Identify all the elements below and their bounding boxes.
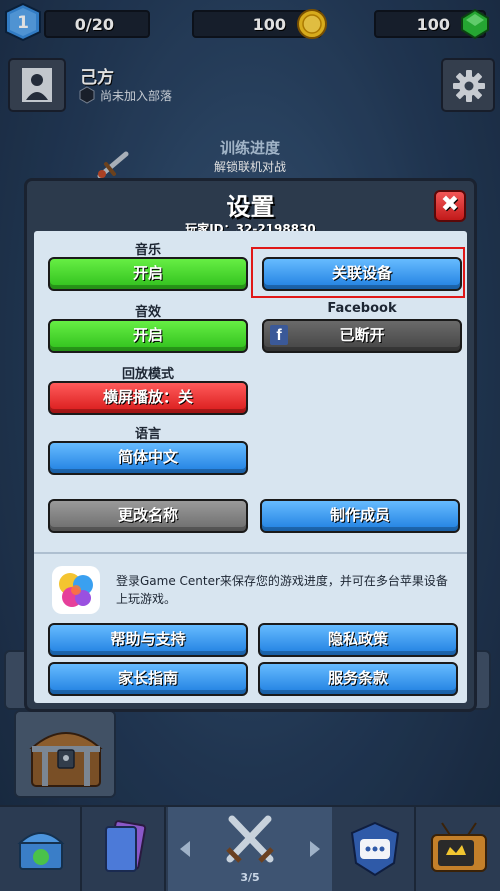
settings-header: 设置 玩家ID：32-2198830 ✖ <box>27 181 474 236</box>
crossed-swords-icon <box>226 815 274 863</box>
cards-icon <box>105 820 147 872</box>
nav-cards-tab[interactable] <box>84 807 166 891</box>
facebook-icon: f <box>270 325 288 345</box>
sound-label: 音效 <box>134 305 161 320</box>
facebook-label: Facebook <box>327 301 397 316</box>
link-device-highlight <box>251 247 465 298</box>
game-center-icon[interactable] <box>52 566 100 614</box>
replay-mode-button[interactable]: 横屏播放：关 <box>48 381 248 415</box>
privacy-policy-button[interactable]: 隐私政策 <box>258 623 458 657</box>
close-button[interactable]: ✖ <box>434 190 466 222</box>
help-support-button[interactable]: 帮助与支持 <box>48 623 248 657</box>
parents-guide-button[interactable]: 家长指南 <box>48 662 248 696</box>
rename-button[interactable]: 更改名称 <box>48 499 248 533</box>
page-indicator: 3/5 <box>240 871 260 884</box>
sound-toggle-button[interactable]: 开启 <box>48 319 248 353</box>
nav-tv-tab[interactable] <box>418 807 500 891</box>
facebook-status: 已断开 <box>339 326 385 344</box>
nav-clan-tab[interactable] <box>334 807 416 891</box>
game-center-bubbles-icon <box>59 573 93 607</box>
facebook-button[interactable]: f 已断开 <box>262 319 462 353</box>
replay-mode-label: 回放模式 <box>121 367 174 382</box>
game-center-text: 登录Game Center来保存您的游戏进度，并可在多台苹果设备上玩游戏。 <box>116 574 448 606</box>
close-icon: ✖ <box>440 192 460 217</box>
terms-of-service-button[interactable]: 服务条款 <box>258 662 458 696</box>
shop-chest-icon <box>17 832 65 870</box>
music-toggle-button[interactable]: 开启 <box>48 257 248 291</box>
credits-button[interactable]: 制作成员 <box>260 499 460 533</box>
clan-chat-icon <box>350 821 400 877</box>
tv-royale-icon <box>431 822 487 872</box>
language-button[interactable]: 简体中文 <box>48 441 248 475</box>
divider <box>34 552 467 554</box>
chevron-right-icon[interactable] <box>308 839 322 859</box>
settings-panel: 音乐 开启 关联设备 音效 开启 Facebook f 已断开 回放模式 横屏播… <box>34 231 467 703</box>
language-label: 语言 <box>134 427 161 442</box>
chevron-left-icon[interactable] <box>178 839 192 859</box>
music-label: 音乐 <box>134 243 161 258</box>
settings-title: 设置 <box>226 193 275 221</box>
nav-shop-tab[interactable] <box>0 807 82 891</box>
